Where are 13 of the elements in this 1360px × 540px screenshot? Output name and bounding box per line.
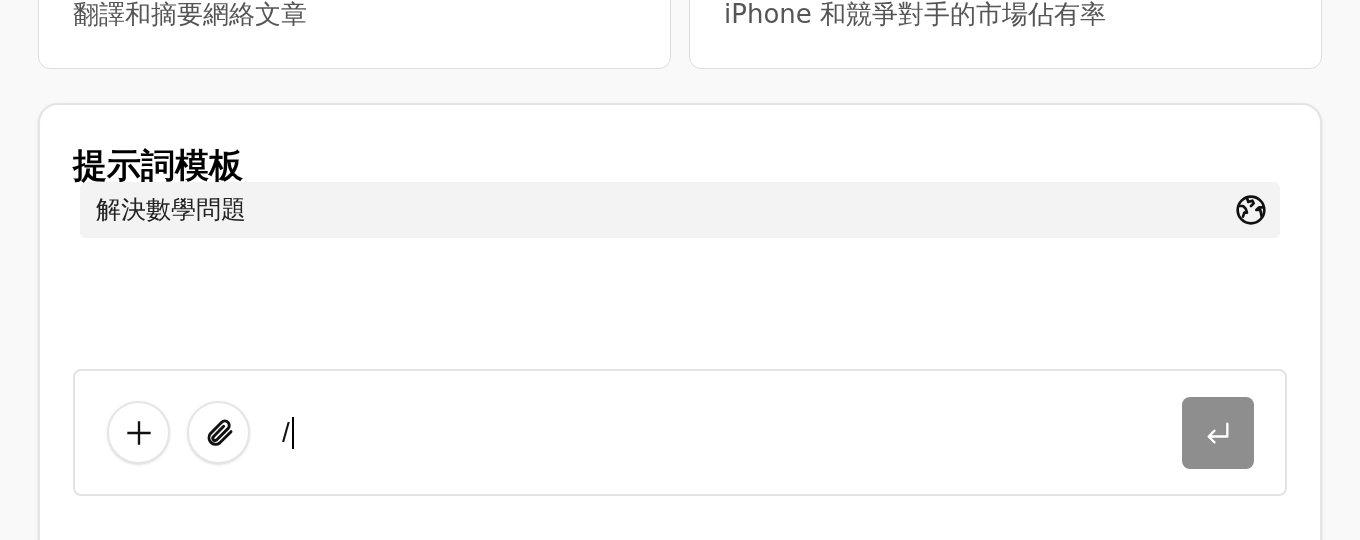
suggestion-text: 翻譯和摘要網絡文章 xyxy=(73,0,308,31)
text-cursor xyxy=(292,416,294,449)
suggestion-card[interactable]: iPhone 和競爭對手的市場佔有率 xyxy=(689,0,1322,69)
globe-icon xyxy=(1235,194,1267,226)
template-label: 解決數學問題 xyxy=(96,194,246,227)
message-input[interactable]: / xyxy=(282,411,302,454)
plus-icon xyxy=(124,418,153,447)
template-item[interactable]: 解決數學問題 xyxy=(80,182,1280,238)
suggestion-text: iPhone 和競爭對手的市場佔有率 xyxy=(724,0,1108,31)
attach-button[interactable] xyxy=(187,401,250,464)
send-button[interactable] xyxy=(1182,396,1254,469)
suggestion-card[interactable]: 翻譯和摘要網絡文章 xyxy=(38,0,671,69)
add-button[interactable] xyxy=(107,401,170,464)
